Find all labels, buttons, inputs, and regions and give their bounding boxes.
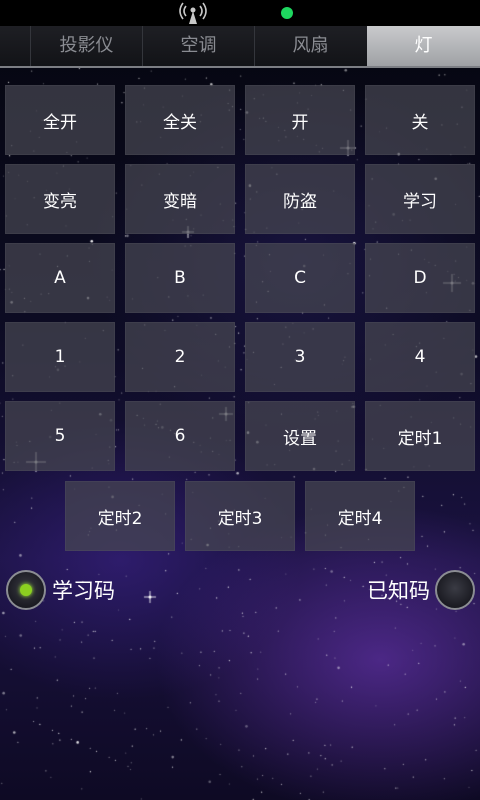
tab-hidden[interactable] xyxy=(0,26,30,66)
timer-4-button[interactable]: 定时4 xyxy=(305,481,415,551)
device-tab-bar: 投影仪 空调 风扇 灯 xyxy=(0,26,480,68)
timer-3-button[interactable]: 定时3 xyxy=(185,481,295,551)
brighten-button[interactable]: 变亮 xyxy=(5,164,115,234)
settings-button[interactable]: 设置 xyxy=(245,401,355,471)
learn-code-radio[interactable] xyxy=(6,570,46,610)
learn-button[interactable]: 学习 xyxy=(365,164,475,234)
dim-button[interactable]: 变暗 xyxy=(125,164,235,234)
tab-light[interactable]: 灯 xyxy=(367,26,480,66)
key-5-button[interactable]: 5 xyxy=(5,401,115,471)
radio-selected-indicator xyxy=(20,584,32,596)
all-on-button[interactable]: 全开 xyxy=(5,85,115,155)
known-code-radio[interactable] xyxy=(435,570,475,610)
known-code-label[interactable]: 已知码 xyxy=(367,576,430,606)
timer-1-button[interactable]: 定时1 xyxy=(365,401,475,471)
b-button[interactable]: B xyxy=(125,243,235,313)
timer-2-button[interactable]: 定时2 xyxy=(65,481,175,551)
tab-projector[interactable]: 投影仪 xyxy=(30,26,142,66)
c-button[interactable]: C xyxy=(245,243,355,313)
key-3-button[interactable]: 3 xyxy=(245,322,355,392)
all-off-button[interactable]: 全关 xyxy=(125,85,235,155)
status-bar xyxy=(0,0,480,26)
on-button[interactable]: 开 xyxy=(245,85,355,155)
d-button[interactable]: D xyxy=(365,243,475,313)
key-6-button[interactable]: 6 xyxy=(125,401,235,471)
anti-theft-button[interactable]: 防盗 xyxy=(245,164,355,234)
tab-air-conditioner[interactable]: 空调 xyxy=(142,26,254,66)
key-4-button[interactable]: 4 xyxy=(365,322,475,392)
a-button[interactable]: A xyxy=(5,243,115,313)
tab-fan[interactable]: 风扇 xyxy=(254,26,366,66)
learn-code-label[interactable]: 学习码 xyxy=(52,576,115,606)
key-1-button[interactable]: 1 xyxy=(5,322,115,392)
off-button[interactable]: 关 xyxy=(365,85,475,155)
key-2-button[interactable]: 2 xyxy=(125,322,235,392)
wireless-antenna-icon xyxy=(179,2,207,24)
status-indicator-dot xyxy=(281,7,293,19)
